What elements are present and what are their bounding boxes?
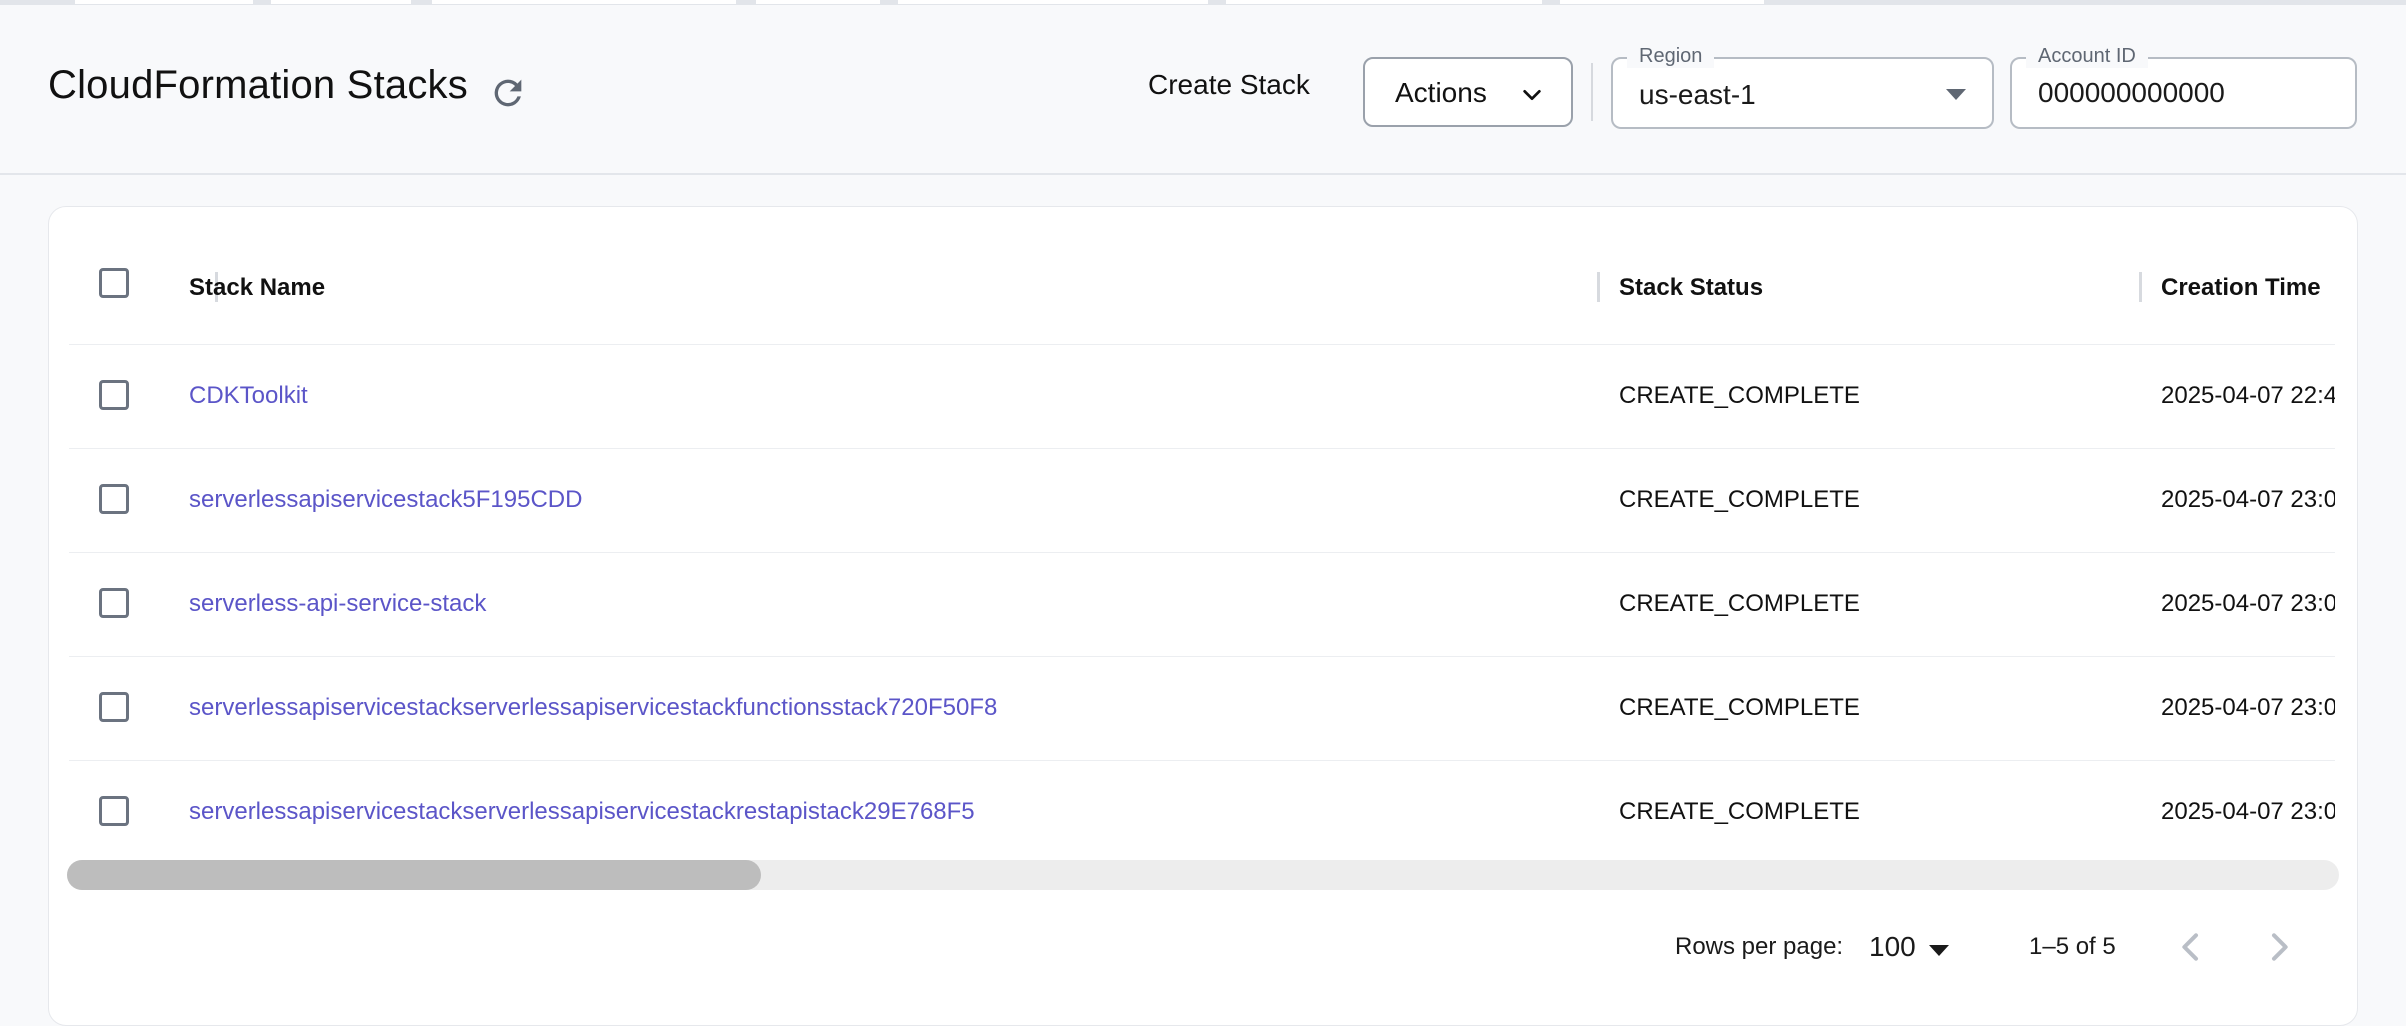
refresh-icon[interactable]: [488, 73, 528, 113]
page-header: CloudFormation Stacks Create Stack Actio…: [0, 5, 2406, 175]
create-stack-button[interactable]: Create Stack: [1148, 69, 1310, 101]
rows-per-page-label: Rows per page:: [1675, 933, 1844, 960]
stack-status: CREATE_COMPLETE: [1619, 694, 1860, 721]
horizontal-scrollbar[interactable]: [67, 860, 2339, 890]
region-select[interactable]: Region us-east-1: [1611, 45, 1994, 129]
table-row: CDKToolkit CREATE_COMPLETE 2025-04-07 22…: [69, 344, 2335, 449]
actions-button[interactable]: Actions: [1363, 57, 1573, 127]
row-checkbox[interactable]: [99, 796, 129, 826]
rows-per-page-select[interactable]: 100: [1869, 927, 1969, 967]
region-label: Region: [1627, 45, 1715, 68]
page-title: CloudFormation Stacks: [48, 63, 468, 107]
pagination-range: 1–5 of 5: [2029, 933, 2116, 960]
tab[interactable]: [756, 0, 880, 4]
stack-status: CREATE_COMPLETE: [1619, 382, 1860, 409]
account-id-input[interactable]: [2038, 77, 2328, 109]
creation-time: 2025-04-07 23:02: [2161, 694, 2335, 721]
tab[interactable]: [1226, 0, 1542, 4]
tab[interactable]: [271, 0, 411, 4]
tab[interactable]: [75, 0, 253, 4]
tab-active[interactable]: [432, 0, 736, 4]
stack-status: CREATE_COMPLETE: [1619, 798, 1860, 825]
column-separator[interactable]: [1597, 272, 1600, 302]
account-id-field[interactable]: Account ID: [2010, 45, 2357, 129]
creation-time: 2025-04-07 23:01: [2161, 486, 2335, 513]
creation-time: 2025-04-07 22:48: [2161, 382, 2335, 409]
column-header-stack-name[interactable]: Stack Name: [189, 274, 325, 302]
stack-name-link[interactable]: serverlessapiservicestackserverlessapise…: [189, 694, 997, 722]
table-row: serverless-api-service-stack CREATE_COMP…: [69, 552, 2335, 657]
stack-status: CREATE_COMPLETE: [1619, 590, 1860, 617]
rows-per-page-value: 100: [1869, 931, 1916, 962]
stack-name-link[interactable]: serverlessapiservicestack5F195CDD: [189, 486, 582, 514]
creation-time: 2025-04-07 23:02: [2161, 590, 2335, 617]
chevron-down-icon: [1523, 89, 1541, 101]
row-checkbox[interactable]: [99, 692, 129, 722]
stacks-table: Stack Name Stack Status Creation Time CD…: [69, 207, 2335, 857]
stack-status: CREATE_COMPLETE: [1619, 486, 1860, 513]
table-header-row: Stack Name Stack Status Creation Time: [69, 232, 2335, 345]
stack-name-link[interactable]: CDKToolkit: [189, 382, 308, 410]
row-checkbox[interactable]: [99, 588, 129, 618]
row-checkbox[interactable]: [99, 484, 129, 514]
row-checkbox[interactable]: [99, 380, 129, 410]
previous-page-icon[interactable]: [2171, 927, 2211, 967]
select-all-checkbox[interactable]: [99, 268, 129, 298]
tab[interactable]: [898, 0, 1208, 4]
stack-name-link[interactable]: serverlessapiservicestackserverlessapise…: [189, 798, 975, 826]
column-separator[interactable]: [2139, 272, 2142, 302]
table-row: serverlessapiservicestackserverlessapise…: [69, 656, 2335, 761]
scrollbar-thumb[interactable]: [67, 860, 761, 890]
column-header-creation-time[interactable]: Creation Time: [2161, 274, 2321, 302]
table-row: serverlessapiservicestackserverlessapise…: [69, 760, 2335, 857]
region-value: us-east-1: [1639, 79, 1756, 110]
tab[interactable]: [1560, 0, 1764, 4]
table-row: serverlessapiservicestack5F195CDD CREATE…: [69, 448, 2335, 553]
creation-time: 2025-04-07 23:02: [2161, 798, 2335, 825]
actions-label: Actions: [1395, 77, 1487, 108]
stacks-table-card: Stack Name Stack Status Creation Time CD…: [48, 206, 2358, 1026]
divider: [1591, 63, 1593, 121]
next-page-icon[interactable]: [2259, 927, 2299, 967]
column-header-stack-status[interactable]: Stack Status: [1619, 274, 1763, 302]
account-id-label: Account ID: [2026, 45, 2148, 68]
caret-down-icon: [1946, 89, 1966, 100]
caret-down-icon: [1929, 945, 1949, 956]
stack-name-link[interactable]: serverless-api-service-stack: [189, 590, 486, 618]
